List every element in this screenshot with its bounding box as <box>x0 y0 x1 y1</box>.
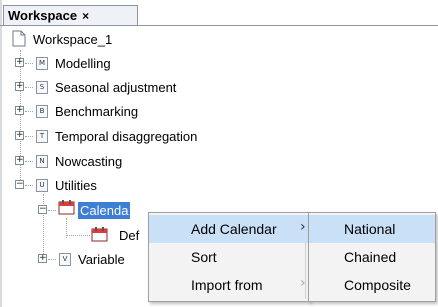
menu-item-add-calendar[interactable]: Add Calendar <box>149 215 309 243</box>
temporal-disaggregation-icon: T <box>36 130 48 143</box>
tree-item-temporal-disaggregation[interactable]: Temporal disaggregation <box>55 126 197 146</box>
document-icon <box>12 30 26 47</box>
tree-item-label: Calenda <box>78 201 131 219</box>
tree-item-default-calendar[interactable]: Def <box>119 225 139 245</box>
benchmarking-icon: B <box>36 105 48 118</box>
menu-item-label: Composite <box>344 277 411 293</box>
tree-item-label: Nowcasting <box>55 153 123 169</box>
tree-item-modelling[interactable]: Modelling <box>55 53 111 73</box>
tab-label: Workspace <box>8 8 78 23</box>
tree-item-calendars[interactable]: Calenda <box>78 200 131 220</box>
tree-guide-line <box>25 185 33 186</box>
tree-guide-line <box>48 210 56 211</box>
menu-item-label: National <box>344 221 396 237</box>
expand-icon[interactable]: + <box>15 106 24 115</box>
tree-item-seasonal-adjustment[interactable]: Seasonal adjustment <box>55 77 176 97</box>
tree-item-label: Variable <box>78 251 125 267</box>
expand-icon[interactable]: + <box>15 131 24 140</box>
calendar-icon <box>91 227 108 242</box>
expand-icon[interactable]: + <box>15 82 24 91</box>
variables-icon: V <box>59 253 71 266</box>
expand-icon[interactable]: + <box>38 254 47 263</box>
chevron-right-icon: › <box>300 219 306 235</box>
tree-root-workspace[interactable]: Workspace_1 <box>33 29 112 49</box>
tree-item-nowcasting[interactable]: Nowcasting <box>55 151 122 171</box>
tree-guide-line <box>48 259 56 260</box>
tree-item-label: Modelling <box>55 55 111 71</box>
seasonal-adjustment-icon: S <box>36 81 48 94</box>
menu-item-sort[interactable]: Sort <box>149 243 309 271</box>
tree-guide-line <box>25 161 33 162</box>
window-left-border <box>0 0 2 307</box>
modelling-icon: M <box>36 57 48 70</box>
nowcasting-icon: N <box>36 155 48 168</box>
menu-item-label: Chained <box>344 249 397 265</box>
expand-icon[interactable]: + <box>15 156 24 165</box>
menu-item-label: Add Calendar <box>191 221 277 237</box>
menu-item-import-from[interactable]: Import from <box>149 271 309 299</box>
tree-guide-line <box>25 111 33 112</box>
tree-item-variables[interactable]: Variable <box>78 249 125 269</box>
tree-guide-line <box>20 50 21 188</box>
collapse-icon[interactable]: − <box>15 180 24 189</box>
tree-item-utilities[interactable]: Utilities <box>55 175 97 195</box>
tree-guide-line <box>25 136 33 137</box>
tree-item-label: Seasonal adjustment <box>55 79 177 95</box>
tree-item-label: Utilities <box>55 177 97 193</box>
tab-workspace[interactable]: Workspace × <box>3 5 138 25</box>
context-menu: Add Calendar › Sort Import from › <box>148 212 310 302</box>
tree-item-benchmarking[interactable]: Benchmarking <box>55 101 138 121</box>
tree-guide-line <box>66 235 90 236</box>
expand-icon[interactable]: + <box>15 58 24 67</box>
utilities-icon: U <box>36 179 48 192</box>
tree-guide-line <box>25 63 33 64</box>
submenu-item-composite[interactable]: Composite <box>309 271 435 299</box>
tab-divider <box>0 25 438 26</box>
submenu-add-calendar: National Chained Composite <box>308 212 436 302</box>
submenu-item-national[interactable]: National <box>309 215 435 243</box>
menu-item-label: Sort <box>191 249 217 265</box>
tree-item-label: Def <box>119 227 140 243</box>
submenu-item-chained[interactable]: Chained <box>309 243 435 271</box>
tree-item-label: Benchmarking <box>55 103 139 119</box>
collapse-icon[interactable]: − <box>38 205 47 214</box>
calendar-icon <box>58 200 75 215</box>
tree-guide-line <box>25 87 33 88</box>
tree-item-label: Temporal disaggregation <box>55 128 198 144</box>
tree-root-label: Workspace_1 <box>33 31 113 47</box>
menu-item-label: Import from <box>191 277 263 293</box>
chevron-right-icon: › <box>300 275 306 291</box>
close-icon[interactable]: × <box>82 9 89 23</box>
